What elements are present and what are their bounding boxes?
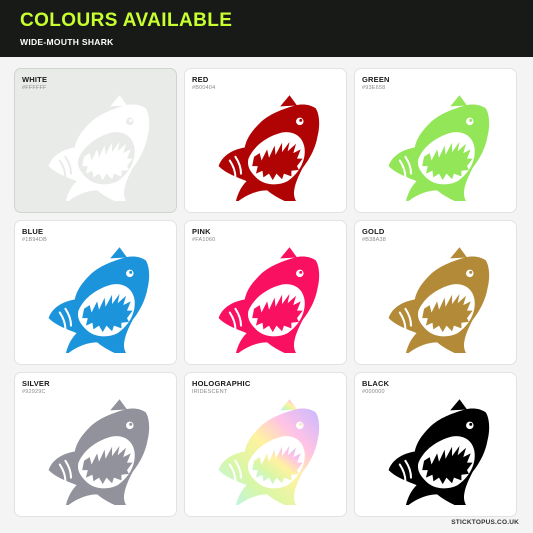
colour-code: #000000: [362, 389, 385, 395]
colour-name: PINK: [192, 227, 211, 236]
colour-code: #FA1060: [192, 237, 216, 243]
shark-icon: [48, 399, 150, 505]
colour-card-silver[interactable]: SILVER #92929C: [15, 373, 176, 516]
colour-card-red[interactable]: RED #B00404: [185, 69, 346, 212]
colour-name: SILVER: [22, 379, 50, 388]
colour-code: #92929C: [22, 389, 46, 395]
colour-card-green[interactable]: GREEN #93E658: [355, 69, 516, 212]
colour-name: GREEN: [362, 75, 390, 84]
colour-card-holographic[interactable]: HOLOGRAPHIC IRIDESCENT: [185, 373, 346, 516]
colour-card-blue[interactable]: BLUE #1B94DB: [15, 221, 176, 364]
colour-card-pink[interactable]: PINK #FA1060: [185, 221, 346, 364]
colour-code: #B38A38: [362, 237, 387, 243]
shark-icon: [388, 95, 490, 201]
header-banner: COLOURS AVAILABLE WIDE-MOUTH SHARK: [0, 0, 533, 57]
colour-name: BLUE: [22, 227, 44, 236]
shark-icon: [218, 247, 320, 353]
colour-code: #93E658: [362, 85, 386, 91]
colour-code: #1B94DB: [22, 237, 47, 243]
colour-code: #B00404: [192, 85, 216, 91]
colour-name: RED: [192, 75, 209, 84]
colour-code: #FFFFFF: [22, 85, 47, 91]
page-title: COLOURS AVAILABLE: [20, 10, 233, 31]
shark-icon: [388, 247, 490, 353]
shark-icon: [388, 399, 490, 505]
colour-name: BLACK: [362, 379, 390, 388]
colour-card-black[interactable]: BLACK #000000: [355, 373, 516, 516]
shark-icon: [48, 247, 150, 353]
colour-card-gold[interactable]: GOLD #B38A38: [355, 221, 516, 364]
colour-name: WHITE: [22, 75, 48, 84]
shark-icon: [48, 95, 150, 201]
product-subtitle: WIDE-MOUTH SHARK: [20, 37, 114, 47]
colour-name: GOLD: [362, 227, 385, 236]
colour-name: HOLOGRAPHIC: [192, 379, 251, 388]
colour-code: IRIDESCENT: [192, 389, 228, 395]
shark-icon: [218, 399, 320, 505]
colour-card-white[interactable]: WHITE #FFFFFF: [15, 69, 176, 212]
colour-grid: WHITE #FFFFFF RED #B00404 GREEN #93E658 …: [15, 69, 516, 516]
shark-icon: [218, 95, 320, 201]
website-url: STICKTOPUS.CO.UK: [451, 519, 519, 526]
